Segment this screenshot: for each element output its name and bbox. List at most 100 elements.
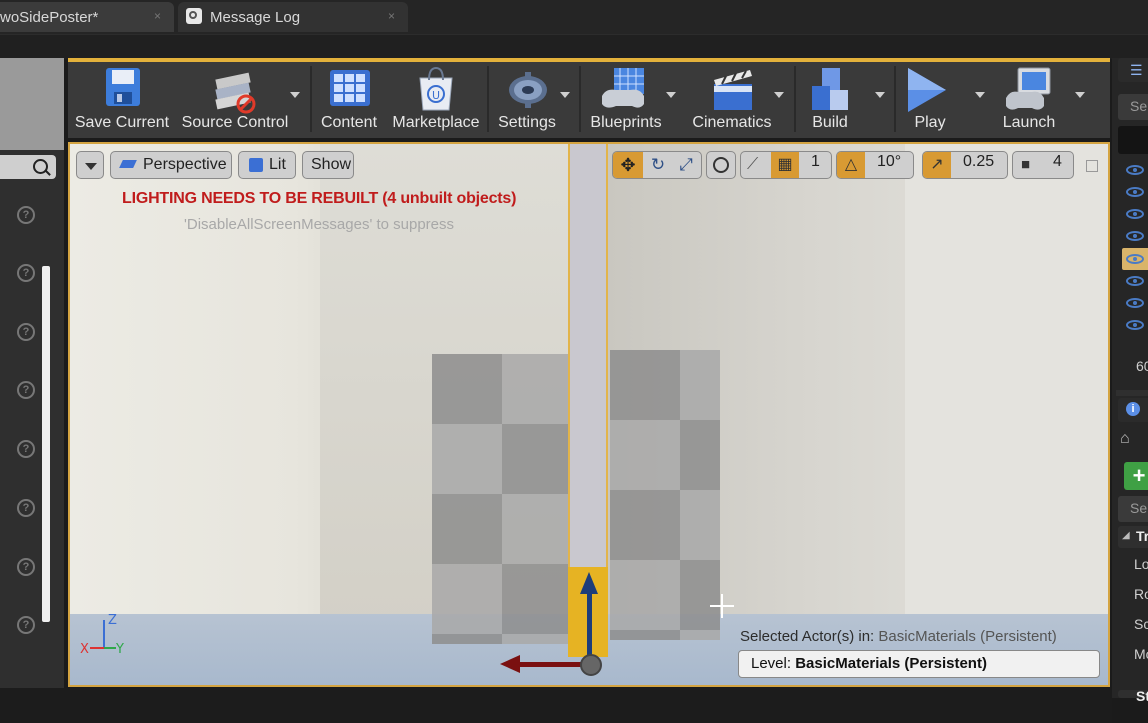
viewport-options-button[interactable]: [76, 151, 104, 179]
show-label: Show: [311, 156, 352, 173]
blueprints-label: Blueprints: [590, 114, 662, 131]
surface-snap-icon[interactable]: ⟋: [747, 152, 758, 178]
lighting-warning: LIGHTING NEEDS TO BE REBUILT (4 unbuilt …: [122, 190, 517, 207]
world-outliner-tab[interactable]: ☰: [1118, 58, 1148, 82]
axis-z-label: Z: [108, 613, 117, 628]
launch-button[interactable]: Launch: [994, 62, 1064, 136]
toolbar-separator: [487, 66, 489, 132]
scrollbar[interactable]: [42, 266, 50, 622]
play-button[interactable]: Play: [900, 62, 960, 136]
chevron-down-icon[interactable]: [875, 92, 885, 98]
source-control-button[interactable]: Source Control: [180, 62, 290, 136]
scale-snap-icon[interactable]: ↗: [923, 152, 951, 178]
close-icon[interactable]: ×: [154, 9, 161, 23]
rotation-snap-value[interactable]: 10°: [877, 149, 901, 175]
details-tab[interactable]: i: [1118, 398, 1148, 422]
launch-console-icon: [1006, 67, 1051, 110]
visibility-eye-icon[interactable]: [1126, 165, 1144, 175]
help-icon[interactable]: ?: [17, 558, 35, 576]
tab-message-log[interactable]: Message Log ×: [178, 2, 408, 32]
visibility-eye-icon[interactable]: [1126, 254, 1144, 264]
selected-actor-info: Selected Actor(s) in: BasicMaterials (Pe…: [740, 628, 1057, 645]
close-icon[interactable]: ×: [388, 9, 395, 23]
outliner-search-placeholder: Se: [1130, 98, 1148, 114]
static-mesh-section-header[interactable]: St: [1118, 688, 1148, 704]
cinematics-button[interactable]: Cinematics: [688, 62, 776, 136]
details-search-input[interactable]: Se: [1118, 496, 1148, 522]
lighting-mode-button[interactable]: Lit: [238, 151, 296, 179]
search-input[interactable]: [0, 155, 56, 179]
rotation-snap-group: △ 10°: [836, 151, 914, 179]
gizmo-center[interactable]: [580, 654, 602, 676]
add-component-button[interactable]: +: [1124, 462, 1148, 490]
home-icon[interactable]: ⌂: [1120, 430, 1130, 448]
chevron-down-icon[interactable]: [290, 92, 300, 98]
help-icon[interactable]: ?: [17, 440, 35, 458]
tab-label: Message Log: [210, 9, 301, 26]
save-current-button[interactable]: Save Current: [74, 62, 170, 136]
scale-icon[interactable]: ⤢: [673, 152, 699, 178]
chevron-down-icon[interactable]: [774, 92, 784, 98]
toolbar-separator: [310, 66, 312, 132]
visibility-eye-icon[interactable]: [1126, 298, 1144, 308]
marketplace-button[interactable]: U Marketplace: [390, 62, 482, 136]
outliner-search-input[interactable]: Se: [1118, 94, 1148, 120]
view-mode-button[interactable]: Perspective: [110, 151, 232, 179]
help-icon[interactable]: ?: [17, 616, 35, 634]
chevron-down-icon[interactable]: [560, 92, 570, 98]
maximize-viewport-icon[interactable]: [1086, 160, 1098, 172]
content-button[interactable]: Content: [316, 62, 382, 136]
translate-icon[interactable]: ✥: [613, 152, 643, 178]
visibility-eye-icon[interactable]: [1126, 231, 1144, 241]
chevron-down-icon[interactable]: [1075, 92, 1085, 98]
visibility-eye-icon[interactable]: [1126, 187, 1144, 197]
info-icon: i: [1126, 402, 1140, 416]
scale-snap-value[interactable]: 0.25: [963, 149, 994, 175]
show-button[interactable]: Show: [302, 151, 354, 179]
list-icon: ☰: [1130, 62, 1143, 78]
world-local-toggle[interactable]: [706, 151, 736, 179]
build-button[interactable]: Build: [800, 62, 860, 136]
document-tab-bar: woSidePoster* × Message Log ×: [0, 0, 1148, 34]
settings-button[interactable]: Settings: [492, 62, 562, 136]
chevron-down-icon[interactable]: [666, 92, 676, 98]
help-icon[interactable]: ?: [17, 381, 35, 399]
play-icon: [908, 68, 946, 112]
rotation-snap-icon[interactable]: △: [837, 152, 865, 178]
build-label: Build: [812, 114, 848, 131]
tab-two-side-poster[interactable]: woSidePoster* ×: [0, 2, 174, 32]
marketplace-label: Marketplace: [392, 114, 480, 131]
camera-speed-group: ■ 4: [1012, 151, 1074, 179]
visibility-eye-icon[interactable]: [1126, 276, 1144, 286]
help-icon[interactable]: ?: [17, 206, 35, 224]
play-label: Play: [914, 114, 946, 131]
scale-row-label: Sc: [1134, 616, 1148, 632]
level-viewport[interactable]: Perspective Lit Show ✥ ↻ ⤢ ⟋ ▦ 1 △ 10° ↗…: [68, 142, 1110, 687]
blueprints-button[interactable]: Blueprints: [586, 62, 666, 136]
visibility-eye-icon[interactable]: [1126, 320, 1144, 330]
grid-snap-icon[interactable]: ▦: [771, 152, 799, 178]
tab-label: woSidePoster*: [0, 9, 99, 26]
svg-text:U: U: [432, 89, 440, 102]
grid-snap-value[interactable]: 1: [811, 149, 820, 175]
help-icon[interactable]: ?: [17, 499, 35, 517]
gizmo-x-arrow[interactable]: [500, 655, 520, 673]
visibility-eye-icon[interactable]: [1126, 209, 1144, 219]
gizmo-z-arrow[interactable]: [580, 572, 598, 594]
help-icon[interactable]: ?: [17, 264, 35, 282]
axis-indicator: Z X Y: [80, 613, 124, 657]
chevron-down-icon[interactable]: [975, 92, 985, 98]
suppress-hint: 'DisableAllScreenMessages' to suppress: [184, 216, 455, 233]
gizmo-z-axis[interactable]: [587, 584, 592, 656]
selected-actor-prefix: Selected Actor(s) in:: [740, 628, 875, 645]
camera-speed-value[interactable]: 4: [1053, 149, 1062, 175]
gizmo-x-axis[interactable]: [516, 662, 590, 667]
camera-icon[interactable]: ■: [1021, 152, 1030, 178]
perspective-icon: [119, 160, 137, 168]
static-mesh-section-label: St: [1136, 688, 1148, 704]
axis-x-label: X: [80, 642, 89, 657]
help-icon[interactable]: ?: [17, 323, 35, 341]
source-control-icon: [215, 72, 256, 114]
transform-section-header[interactable]: ◢ Tr: [1118, 526, 1148, 548]
rotate-icon[interactable]: ↻: [645, 152, 671, 178]
